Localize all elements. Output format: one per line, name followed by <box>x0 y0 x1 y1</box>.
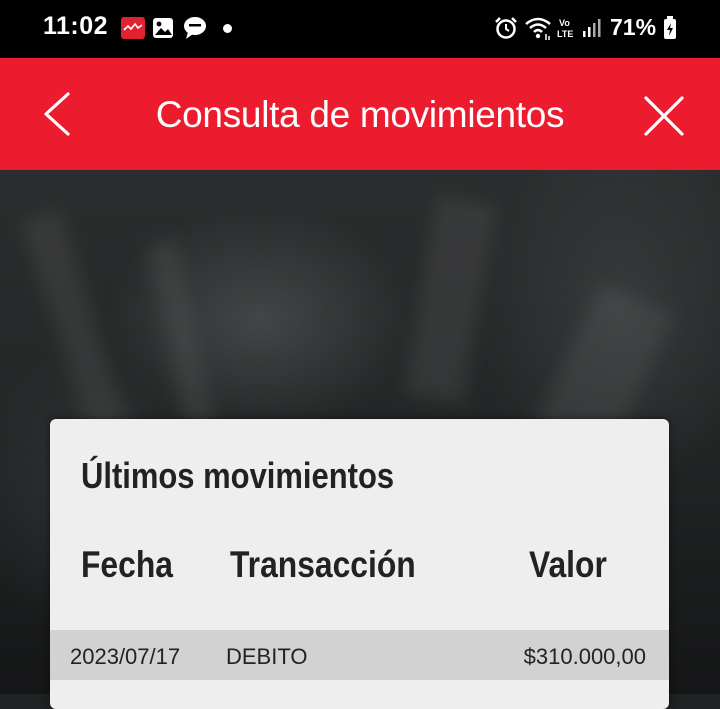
svg-text:LTE: LTE <box>557 29 573 39</box>
message-icon <box>182 16 208 45</box>
column-header-valor: Valor <box>529 544 607 585</box>
signal-icon <box>581 17 603 44</box>
battery-percent: 71% <box>610 14 657 40</box>
alarm-icon <box>494 16 518 45</box>
app-notification-icon <box>121 17 145 44</box>
row-valor: $310.000,00 <box>523 644 646 669</box>
movements-card: Últimos movimientos Fecha Transacción Va… <box>50 419 669 709</box>
table-row[interactable]: 2023/07/17 DEBITO $310.000,00 <box>50 630 669 680</box>
column-header-fecha: Fecha <box>81 544 173 585</box>
app-header: Consulta de movimientos <box>0 58 720 170</box>
status-time: 11:02 <box>43 12 109 40</box>
close-icon <box>640 96 688 144</box>
row-fecha: 2023/07/17 <box>70 644 181 669</box>
column-header-transaccion: Transacción <box>230 544 416 585</box>
wifi-icon <box>524 15 552 46</box>
svg-text:Vo: Vo <box>559 18 570 28</box>
notification-dot <box>223 24 232 33</box>
close-button[interactable] <box>640 92 688 140</box>
row-transaccion: DEBITO <box>226 644 308 669</box>
battery-icon <box>663 16 677 45</box>
volte-icon: Vo LTE <box>557 17 579 44</box>
card-title: Últimos movimientos <box>81 455 395 496</box>
status-bar: 11:02 Vo LTE 71% <box>0 0 720 58</box>
image-icon <box>152 17 174 44</box>
page-title: Consulta de movimientos <box>155 94 565 135</box>
